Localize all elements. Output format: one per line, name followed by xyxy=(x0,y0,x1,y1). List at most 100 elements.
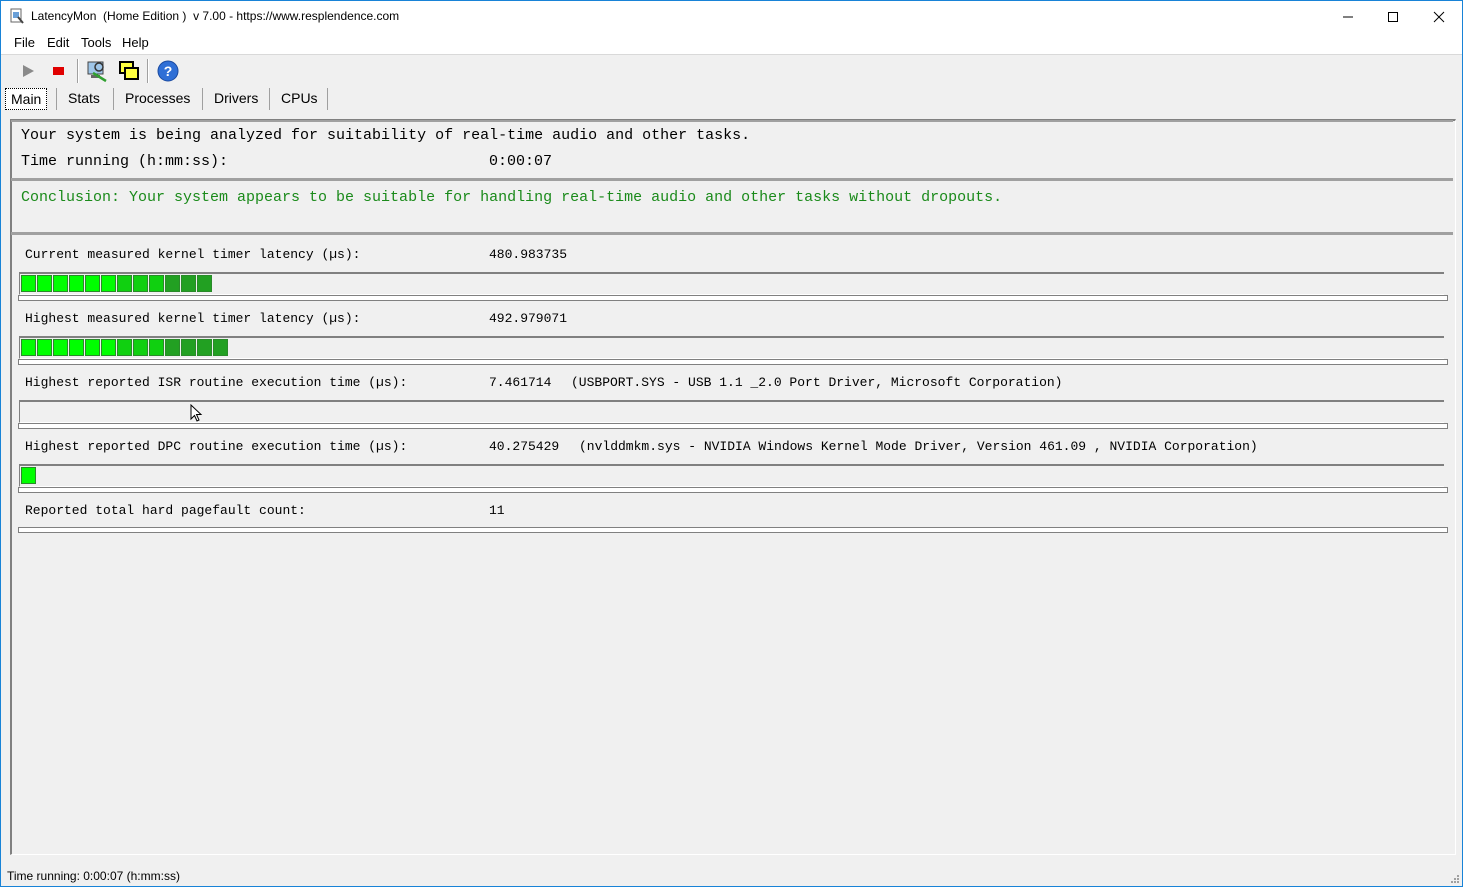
time-running-value: 0:00:07 xyxy=(489,153,553,170)
bar-fill xyxy=(21,275,213,292)
svg-text:?: ? xyxy=(164,63,173,79)
tab-stats[interactable]: Stats xyxy=(63,88,105,108)
toolbar-separator xyxy=(147,59,149,83)
metrics-panel xyxy=(11,233,1453,855)
bar-segment xyxy=(37,275,52,292)
bar-segment xyxy=(21,275,36,292)
tab-cpus[interactable]: CPUs xyxy=(276,88,323,108)
app-icon xyxy=(10,8,24,24)
metric-detail: (nvlddmkm.sys - NVIDIA Windows Kernel Mo… xyxy=(579,439,1258,454)
bar-segment xyxy=(69,339,84,356)
status-text: Time running: 0:00:07 (h:mm:ss) xyxy=(7,869,180,883)
metric-label: Reported total hard pagefault count: xyxy=(25,503,306,518)
play-icon xyxy=(23,65,34,77)
tab-bar: Main Stats Processes Drivers CPUs xyxy=(1,85,1462,111)
search-icon xyxy=(87,61,107,83)
menu-tools[interactable]: Tools xyxy=(81,35,111,50)
bar-segment xyxy=(197,275,212,292)
metric-label: Highest reported ISR routine execution t… xyxy=(25,375,408,390)
metric-value: 40.275429 xyxy=(489,439,560,454)
menu-bar: File Edit Tools Help xyxy=(1,32,1462,54)
bar-segment xyxy=(133,339,148,356)
windows-icon xyxy=(119,61,139,80)
windows-button[interactable] xyxy=(116,58,142,84)
metric-value: 7.461714 xyxy=(489,375,552,390)
bar-divider xyxy=(18,423,1448,429)
menu-file[interactable]: File xyxy=(14,35,35,50)
bar-divider xyxy=(18,295,1448,301)
title-bar: LatencyMon (Home Edition ) v 7.00 - http… xyxy=(1,1,1462,32)
status-bar: Time running: 0:00:07 (h:mm:ss) xyxy=(1,865,1462,886)
window-title: LatencyMon (Home Edition ) v 7.00 - http… xyxy=(31,9,400,23)
bar-segment xyxy=(85,339,100,356)
analysis-status: Your system is being analyzed for suitab… xyxy=(21,127,751,144)
dpc-bar xyxy=(19,464,1444,487)
stop-button[interactable] xyxy=(46,58,72,84)
bar-segment xyxy=(181,275,196,292)
tab-separator xyxy=(327,88,328,110)
maximize-icon xyxy=(1388,11,1398,22)
bar-segment xyxy=(69,275,84,292)
bar-segment xyxy=(117,275,132,292)
app-window: LatencyMon (Home Edition ) v 7.00 - http… xyxy=(0,0,1463,887)
bar-segment xyxy=(149,275,164,292)
latency-bar xyxy=(19,272,1444,295)
metric-value: 11 xyxy=(489,503,505,518)
bar-divider xyxy=(18,487,1448,493)
bar-divider xyxy=(18,527,1448,533)
close-button[interactable] xyxy=(1416,1,1462,32)
resize-grip-icon[interactable] xyxy=(1450,874,1460,884)
metric-label: Current measured kernel timer latency (µ… xyxy=(25,247,361,262)
time-running-label: Time running (h:mm:ss): xyxy=(21,153,229,170)
bar-segment xyxy=(53,339,68,356)
tab-main[interactable]: Main xyxy=(5,88,48,110)
bar-divider xyxy=(18,359,1448,365)
isr-bar xyxy=(19,400,1444,423)
bar-segment xyxy=(85,275,100,292)
metric-detail: (USBPORT.SYS - USB 1.1 _2.0 Port Driver,… xyxy=(571,375,1063,390)
bar-segment xyxy=(165,275,180,292)
bar-segment xyxy=(53,275,68,292)
close-icon xyxy=(1433,11,1445,22)
tab-processes[interactable]: Processes xyxy=(120,88,195,108)
toolbar: ? xyxy=(1,55,1462,85)
help-button[interactable]: ? xyxy=(155,58,181,84)
conclusion-panel: Conclusion: Your system appears to be su… xyxy=(11,179,1453,234)
tab-separator xyxy=(56,88,57,110)
tab-separator xyxy=(113,88,114,110)
bar-fill xyxy=(21,339,229,356)
bar-segment xyxy=(197,339,212,356)
minimize-button[interactable] xyxy=(1325,1,1371,32)
bar-segment xyxy=(37,339,52,356)
menu-edit[interactable]: Edit xyxy=(47,35,69,50)
metric-label: Highest measured kernel timer latency (µ… xyxy=(25,311,361,326)
menu-help[interactable]: Help xyxy=(122,35,149,50)
help-icon: ? xyxy=(157,60,179,82)
maximize-button[interactable] xyxy=(1370,1,1416,32)
latency-bar xyxy=(19,336,1444,359)
bar-segment xyxy=(101,275,116,292)
bar-segment xyxy=(21,467,36,484)
metric-value: 480.983735 xyxy=(489,247,568,262)
bar-segment xyxy=(101,339,116,356)
stop-icon xyxy=(53,67,64,75)
tab-separator xyxy=(202,88,203,110)
bar-segment xyxy=(149,339,164,356)
start-button[interactable] xyxy=(15,58,41,84)
toolbar-separator xyxy=(77,59,79,83)
bar-segment xyxy=(213,339,228,356)
bar-segment xyxy=(165,339,180,356)
tab-drivers[interactable]: Drivers xyxy=(209,88,263,108)
mouse-cursor-icon xyxy=(190,404,203,422)
bar-segment xyxy=(21,339,36,356)
conclusion-text: Conclusion: Your system appears to be su… xyxy=(21,189,1003,206)
analysis-panel: Your system is being analyzed for suitab… xyxy=(11,120,1453,180)
metric-value: 492.979071 xyxy=(489,311,568,326)
search-tool-button[interactable] xyxy=(84,58,110,84)
bar-segment xyxy=(133,275,148,292)
bar-segment xyxy=(117,339,132,356)
metric-label: Highest reported DPC routine execution t… xyxy=(25,439,408,454)
tab-separator xyxy=(269,88,270,110)
bar-segment xyxy=(181,339,196,356)
bar-fill xyxy=(21,467,37,484)
